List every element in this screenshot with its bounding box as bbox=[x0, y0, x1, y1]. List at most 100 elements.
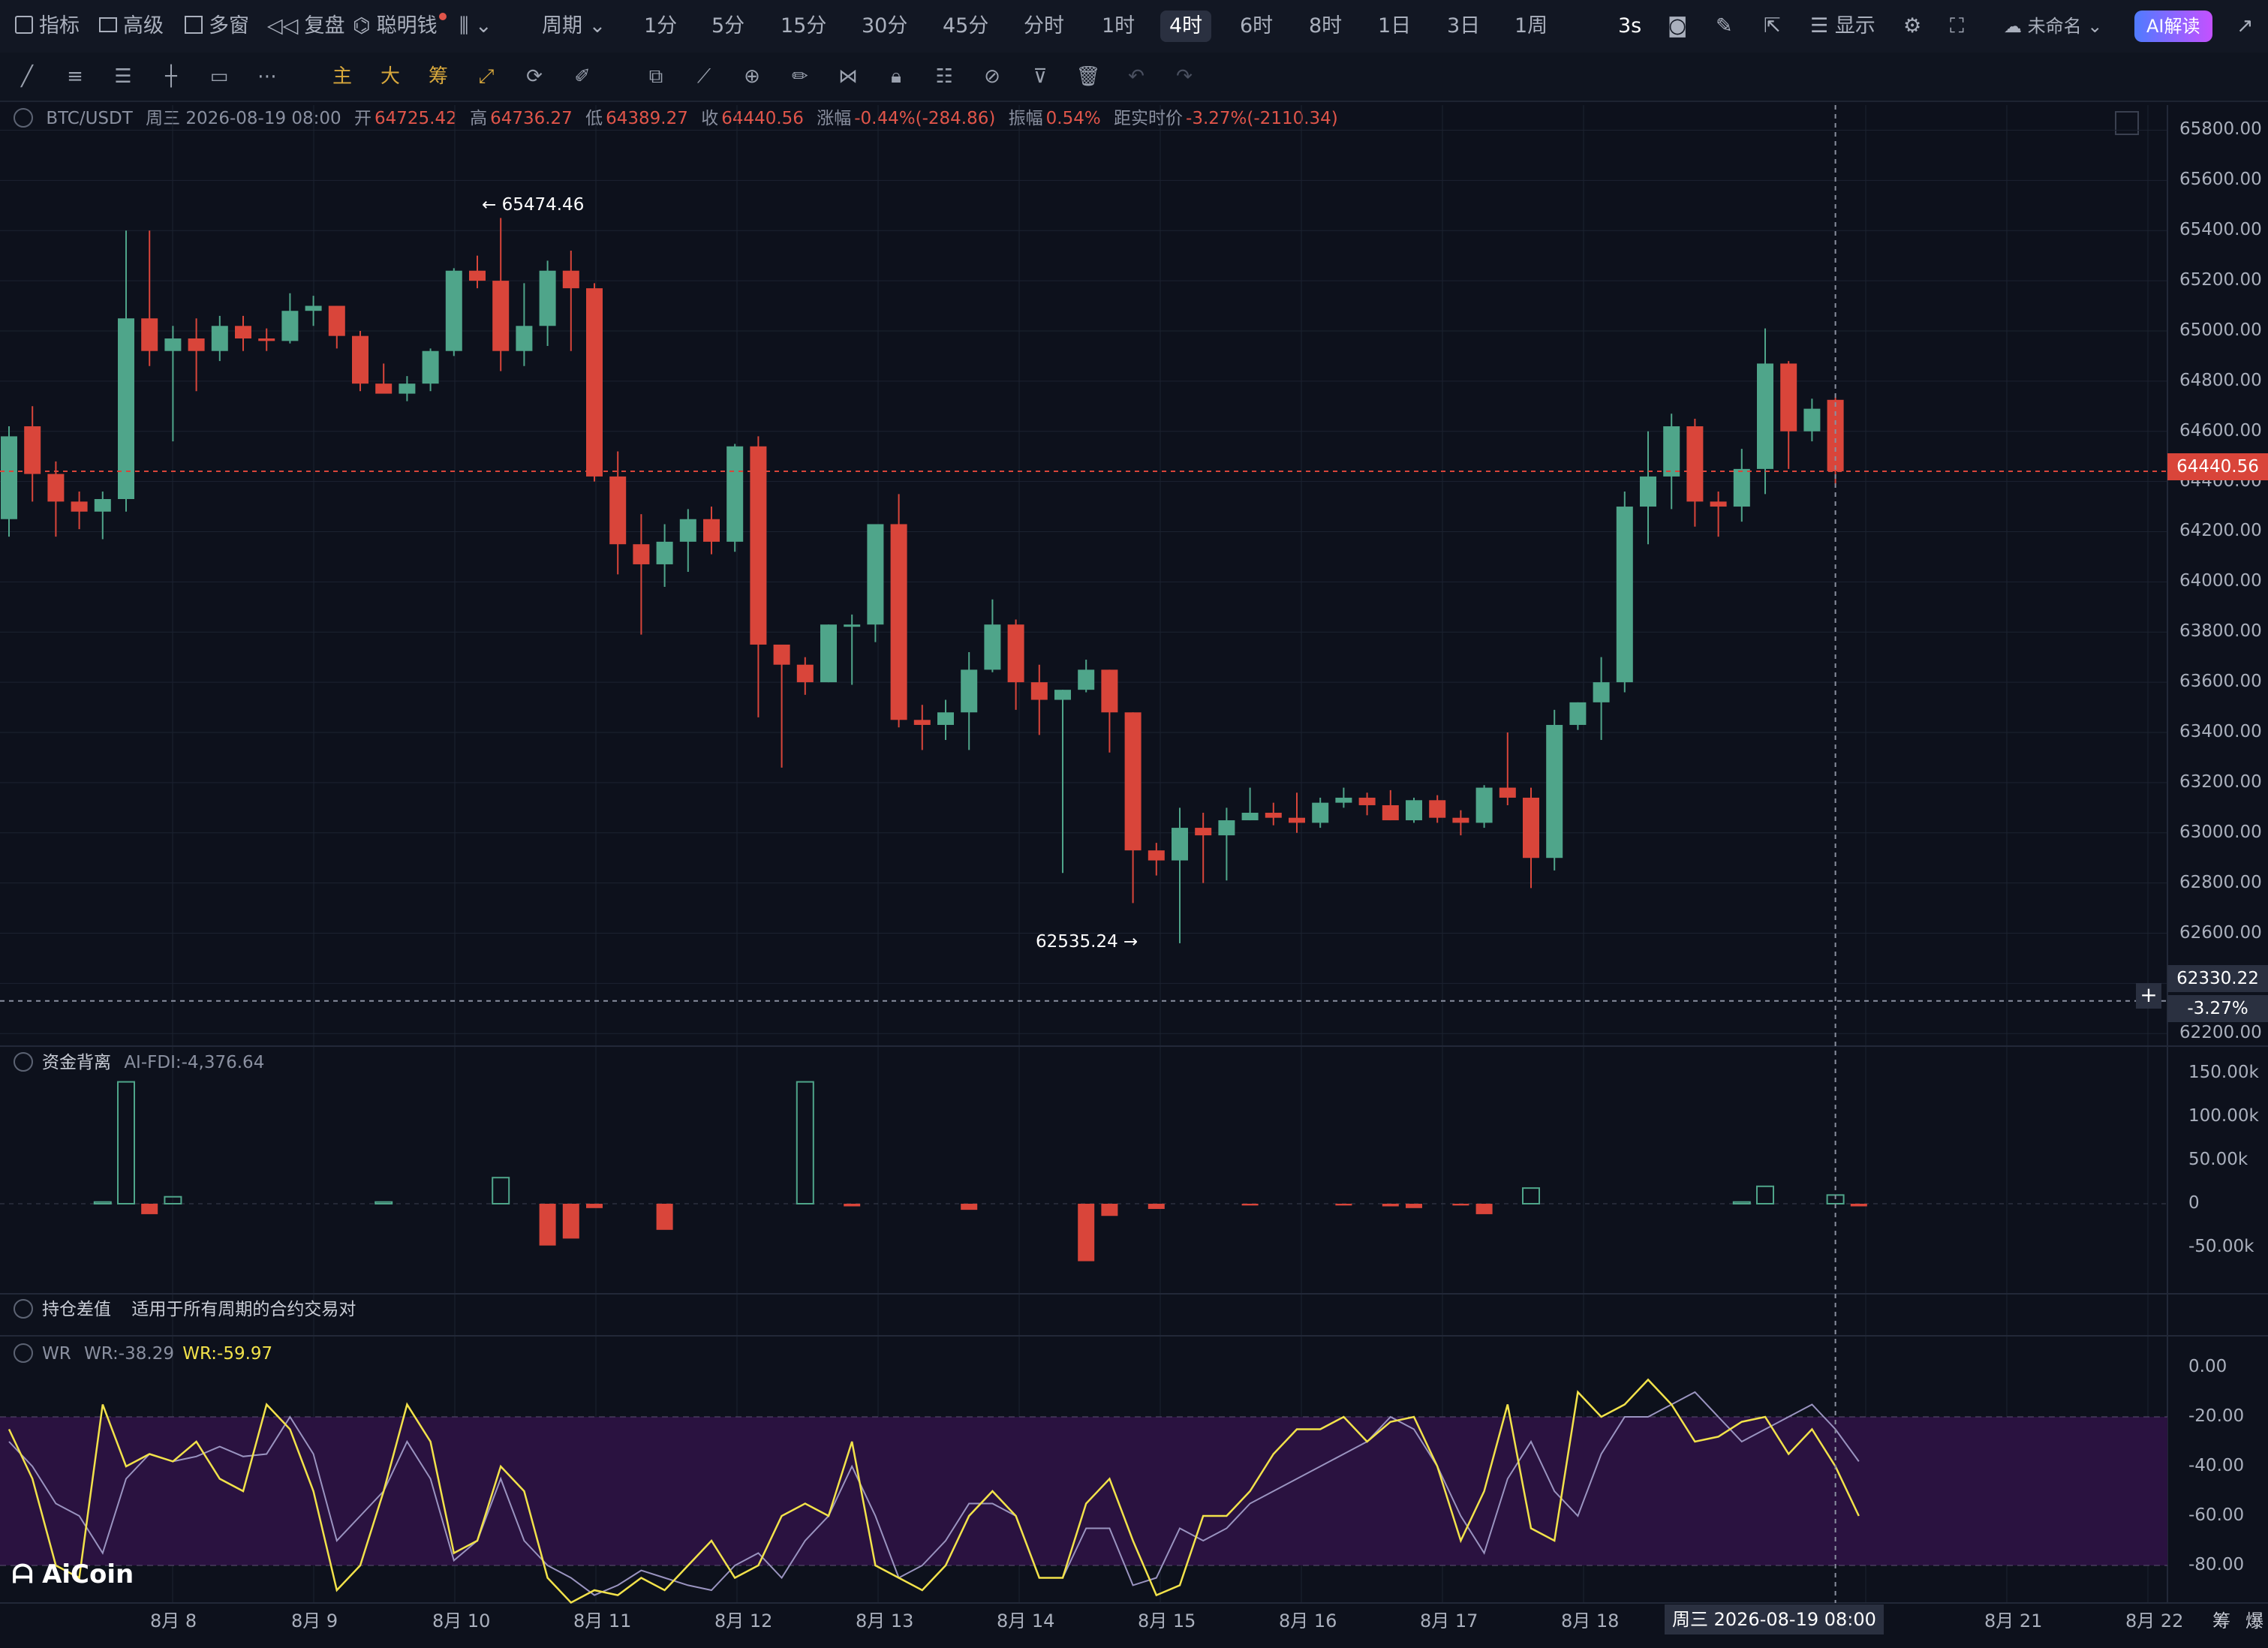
chip-icon[interactable]: 筹 bbox=[423, 62, 453, 92]
main-force-icon[interactable]: 主 bbox=[327, 62, 357, 92]
export-icon[interactable]: ⇱ bbox=[1764, 0, 1781, 53]
advanced-button[interactable]: 高级 bbox=[99, 0, 164, 53]
distance-value: -3.27%(-2110.34) bbox=[1186, 109, 1338, 128]
candle-body bbox=[1382, 804, 1399, 821]
filter-icon[interactable]: ⊽ bbox=[1025, 62, 1055, 92]
edit-list-icon[interactable]: ☷ bbox=[929, 62, 959, 92]
fdi-bar-negative bbox=[1850, 1204, 1867, 1207]
ray-tool-icon[interactable]: ┼ bbox=[156, 62, 186, 92]
period-1w[interactable]: 1周 bbox=[1515, 0, 1548, 53]
fdi-bar-negative bbox=[1475, 1204, 1493, 1214]
zoom-icon[interactable]: ⊕ bbox=[737, 62, 767, 92]
period-1m[interactable]: 1分 bbox=[644, 0, 677, 53]
candle-body bbox=[281, 311, 299, 341]
candle-body bbox=[211, 326, 228, 351]
big-order-icon[interactable]: 大 bbox=[375, 62, 405, 92]
tools-icon: ⫼ bbox=[459, 14, 469, 38]
period-30m[interactable]: 30分 bbox=[862, 0, 907, 53]
collapse-icon[interactable] bbox=[14, 1298, 33, 1319]
undo-icon[interactable]: ↶ bbox=[1121, 62, 1151, 92]
period-15m[interactable]: 15分 bbox=[781, 0, 826, 53]
fdi-pane-title: 资金背离 AI-FDI:-4,376.64 bbox=[14, 1049, 264, 1076]
layout-name-dropdown[interactable]: ☁ 未命名 ⌄ bbox=[2004, 0, 2102, 53]
fdi-bar-positive bbox=[492, 1177, 510, 1204]
wr-axis-label: -20.00 bbox=[2188, 1406, 2245, 1426]
period-6h[interactable]: 6时 bbox=[1240, 0, 1273, 53]
brush-icon[interactable]: ✐ bbox=[567, 62, 597, 92]
more-shapes-icon[interactable]: ⋯ bbox=[252, 62, 282, 92]
candle-body bbox=[1663, 426, 1680, 477]
candle-body bbox=[328, 305, 345, 336]
period-dropdown[interactable]: 周期 ⌄ bbox=[542, 0, 606, 53]
collapse-icon[interactable] bbox=[14, 1343, 33, 1363]
chart-overlays bbox=[0, 105, 2167, 1603]
price-axis-label: 63400.00 bbox=[2179, 722, 2262, 741]
price-axis-label: 65200.00 bbox=[2179, 270, 2262, 290]
fdi-bar-positive bbox=[374, 1201, 393, 1205]
fdi-bar-positive bbox=[1522, 1187, 1540, 1204]
price-axis-label: 65400.00 bbox=[2179, 220, 2262, 240]
smart-money-button[interactable]: ⌬ 聪明钱 bbox=[353, 0, 447, 53]
fdi-bar-negative bbox=[141, 1204, 158, 1214]
candle-body bbox=[1475, 787, 1493, 823]
period-1h[interactable]: 1时 bbox=[1102, 0, 1135, 53]
rectangle-tool-icon[interactable]: ▭ bbox=[204, 62, 234, 92]
collapse-icon[interactable] bbox=[14, 1051, 33, 1072]
time-axis-label: 8月 15 bbox=[1138, 1610, 1196, 1631]
camera-icon[interactable]: ◙ bbox=[1668, 0, 1687, 53]
ai-interpret-button[interactable]: AI解读 bbox=[2134, 11, 2212, 42]
magnet-icon[interactable]: ⋈ bbox=[833, 62, 863, 92]
refresh-interval[interactable]: 3s bbox=[1618, 0, 1641, 53]
grid-lines bbox=[0, 105, 2268, 1604]
sync-icon[interactable]: ⟳ bbox=[519, 62, 549, 92]
highlighter-icon[interactable]: ✏ bbox=[785, 62, 815, 92]
low-marker: 62535.24 → bbox=[1036, 932, 1139, 952]
cursor-price-tag: 62330.22 bbox=[2167, 965, 2268, 992]
multi-window-button[interactable]: 多窗 bbox=[185, 0, 249, 53]
period-4h[interactable]: 4时 bbox=[1160, 11, 1212, 42]
period-5m[interactable]: 5分 bbox=[711, 0, 744, 53]
add-line-icon[interactable]: + bbox=[2136, 983, 2161, 1009]
fdi-bar-positive bbox=[1732, 1201, 1751, 1205]
candle-body bbox=[1030, 682, 1048, 700]
candle-body bbox=[1172, 828, 1188, 861]
link-icon[interactable]: ⊘ bbox=[977, 62, 1007, 92]
wr-slow-line bbox=[8, 1391, 1860, 1596]
line-tool-icon[interactable]: ╱ bbox=[12, 62, 42, 92]
replay-button[interactable]: ◁◁ 复盘 bbox=[267, 0, 345, 53]
amplitude-value: 0.54% bbox=[1045, 109, 1101, 128]
period-45m[interactable]: 45分 bbox=[943, 0, 988, 53]
time-axis-label: 8月 18 bbox=[1561, 1610, 1620, 1631]
display-button[interactable]: ☰ 显示 bbox=[1810, 0, 1875, 53]
period-3d[interactable]: 3日 bbox=[1447, 0, 1480, 53]
collapse-icon[interactable] bbox=[14, 107, 33, 128]
signal-icon[interactable]: ⤢ bbox=[471, 62, 501, 92]
trash-icon[interactable]: 🗑︎ bbox=[1073, 62, 1103, 92]
more-tools-dropdown[interactable]: ⫼ ⌄ bbox=[459, 0, 492, 53]
pencil-icon[interactable]: ✎ bbox=[1716, 0, 1733, 53]
time-axis-label: 8月 9 bbox=[291, 1610, 338, 1631]
period-timeshare[interactable]: 分时 bbox=[1024, 0, 1064, 53]
ruler-icon[interactable]: ⟋ bbox=[689, 62, 719, 92]
indicator-button[interactable]: 指标 bbox=[15, 0, 80, 53]
settings-icon[interactable]: ⚙ bbox=[1903, 0, 1921, 53]
period-1d[interactable]: 1日 bbox=[1378, 0, 1411, 53]
hline-tool-icon[interactable]: ≡ bbox=[60, 62, 90, 92]
redo-icon[interactable]: ↷ bbox=[1169, 62, 1199, 92]
price-chart[interactable] bbox=[0, 0, 2268, 1648]
candle-body bbox=[24, 426, 41, 474]
trend-icon[interactable]: ↗ bbox=[2236, 0, 2254, 53]
top-bar: 指标 高级 多窗 ◁◁ 复盘 ⌬ 聪明钱 ⫼ ⌄ 周期 ⌄ 1分 5分 15分 30… bbox=[0, 0, 2268, 54]
fdi-bar-positive bbox=[1756, 1185, 1774, 1205]
fullscreen-icon[interactable]: ⛶ bbox=[1950, 0, 1964, 53]
price-axis-label: 62600.00 bbox=[2179, 922, 2262, 943]
lock-icon[interactable]: 🔒︎ bbox=[881, 62, 911, 92]
channel-tool-icon[interactable]: ☰ bbox=[108, 62, 138, 92]
chip-toggle[interactable]: 筹 bbox=[2212, 1606, 2230, 1632]
candle-body bbox=[235, 326, 251, 338]
copy-icon[interactable]: ⧉ bbox=[641, 62, 671, 92]
expand-chart-icon[interactable] bbox=[2115, 111, 2139, 135]
candle-body bbox=[1, 436, 17, 519]
period-8h[interactable]: 8时 bbox=[1309, 0, 1342, 53]
liquidation-toggle[interactable]: 爆 bbox=[2245, 1606, 2263, 1632]
